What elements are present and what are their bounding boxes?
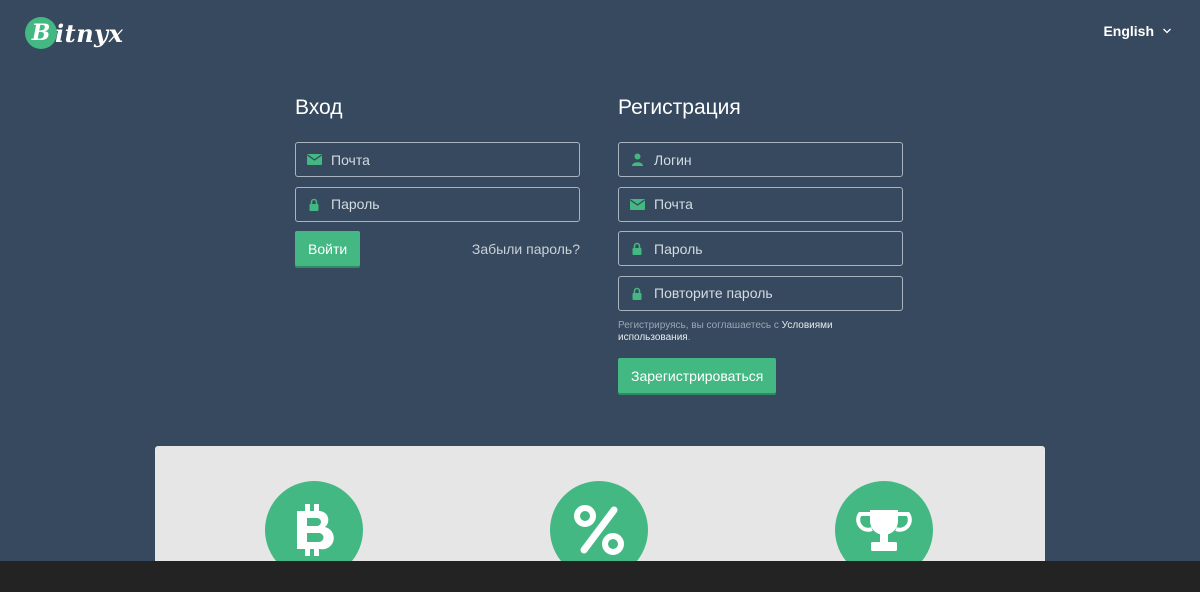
register-repeat-password-field[interactable] — [618, 275, 903, 311]
trophy-icon — [856, 510, 912, 551]
register-email-field[interactable] — [618, 186, 903, 222]
logo-mark: B — [25, 17, 57, 49]
register-login-input[interactable] — [654, 143, 902, 176]
login-button[interactable]: Войти — [295, 231, 361, 266]
forgot-password-link[interactable]: Забыли пароль? — [472, 241, 580, 257]
register-login-field[interactable] — [618, 142, 903, 177]
terms-notice: Регистрируясь, вы соглашаетесь с Условия… — [618, 320, 903, 344]
logo[interactable]: B itnyx — [25, 16, 123, 50]
login-title: Вход — [295, 96, 343, 119]
footer — [0, 561, 1200, 592]
chevron-down-icon — [1163, 28, 1171, 34]
terms-suffix: . — [687, 332, 691, 343]
lock-icon — [306, 197, 322, 211]
login-password-field[interactable] — [295, 186, 580, 222]
login-password-input[interactable] — [331, 187, 579, 221]
user-icon — [629, 153, 645, 167]
register-repeat-password-input[interactable] — [654, 276, 902, 310]
register-password-input[interactable] — [654, 232, 902, 265]
terms-prefix: Регистрируясь, вы соглашаетесь с — [618, 320, 782, 331]
register-form: Регистрация Логин Почта Регистрируясь, в… — [618, 95, 903, 393]
register-password-field[interactable] — [618, 231, 903, 266]
login-actions: Войти Забыли пароль? — [295, 231, 580, 266]
logo-text: itnyx — [55, 18, 124, 48]
login-email-field[interactable] — [295, 142, 580, 177]
login-email-input[interactable] — [331, 143, 579, 176]
lock-icon — [629, 286, 645, 300]
bitcoin-icon — [297, 504, 334, 556]
lock-icon — [629, 242, 645, 256]
language-selector[interactable]: English — [1103, 23, 1172, 39]
envelope-icon — [629, 197, 645, 211]
envelope-icon — [306, 153, 322, 167]
register-title: Регистрация — [618, 96, 741, 119]
register-email-input[interactable] — [654, 187, 902, 221]
login-form: Вход Войти Забыли пароль? — [295, 95, 580, 266]
language-label: English — [1103, 23, 1154, 39]
register-button[interactable]: Зарегистрироваться — [618, 358, 777, 393]
percent-icon — [574, 505, 624, 555]
